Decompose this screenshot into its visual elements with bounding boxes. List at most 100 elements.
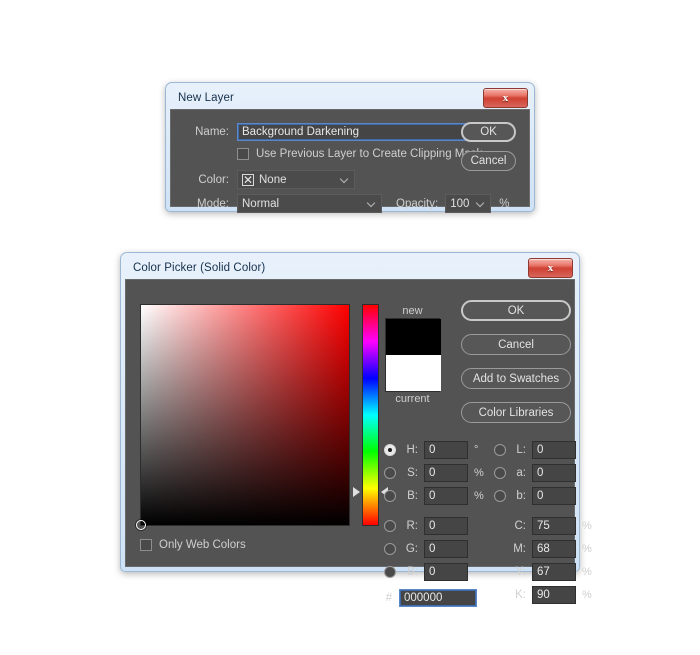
hsb-unit-label: % (474, 489, 484, 502)
color-label: Color: (198, 173, 229, 186)
only-web-colors-row[interactable]: Only Web Colors (140, 539, 246, 551)
screenshot-canvas: New Layer x Name: Use Previous Layer to … (0, 0, 700, 655)
cmyk-rows: C:%M:%Y:%K:% (494, 516, 594, 604)
chevron-down-icon (341, 176, 348, 183)
cmyk-input-k[interactable] (532, 585, 576, 604)
hsb-key-label: S: (407, 466, 418, 479)
chevron-down-icon (477, 200, 484, 207)
clipping-mask-row[interactable]: Use Previous Layer to Create Clipping Ma… (237, 148, 482, 160)
lab-row: b: (494, 486, 594, 505)
hue-slider[interactable] (362, 304, 379, 526)
rgb-radio-g[interactable] (384, 542, 396, 555)
rgb-row: G: (384, 539, 486, 558)
clipping-mask-label: Use Previous Layer to Create Clipping Ma… (256, 148, 483, 160)
only-web-colors-label: Only Web Colors (159, 539, 246, 551)
none-swatch-icon: ✕ (242, 172, 254, 187)
hsb-row: S:% (384, 463, 486, 482)
color-picker-cancel-button[interactable]: Cancel (461, 334, 571, 355)
cmyk-unit-label: % (582, 565, 592, 578)
sb-value-gradient (141, 305, 349, 525)
hsb-row: H: ° (384, 440, 486, 459)
layer-color-dropdown[interactable]: ✕ None (237, 170, 355, 189)
cmyk-input-y[interactable] (532, 562, 576, 581)
hsb-input-b[interactable] (424, 486, 468, 505)
color-picker-ok-button[interactable]: OK (461, 300, 571, 321)
rgb-input-r[interactable] (424, 516, 468, 535)
cmyk-row: Y:% (494, 562, 594, 581)
hex-input[interactable] (399, 588, 477, 607)
rgb-radio-b[interactable] (384, 565, 396, 578)
clipping-mask-checkbox[interactable] (237, 148, 249, 160)
lab-input-l[interactable] (532, 440, 576, 459)
current-color-swatch[interactable] (386, 355, 441, 391)
hsb-key-label: H: (406, 443, 419, 456)
new-layer-title: New Layer (178, 92, 234, 104)
layer-color-value: None (259, 173, 287, 186)
cmyk-row: K:% (494, 585, 594, 604)
lab-input-b[interactable] (532, 486, 576, 505)
cmyk-key-label: Y: (515, 565, 526, 578)
mode-label: Mode: (197, 197, 229, 210)
hue-slider-handle-left[interactable] (353, 487, 360, 497)
cmyk-input-c[interactable] (532, 516, 576, 535)
rgb-key-label: G: (405, 542, 418, 555)
hex-prefix: # (385, 591, 393, 604)
rgb-input-b[interactable] (424, 562, 468, 581)
opacity-unit: % (499, 197, 510, 210)
color-libraries-button[interactable]: Color Libraries (461, 402, 571, 423)
close-icon: x (547, 261, 554, 274)
new-layer-cancel-button[interactable]: Cancel (461, 151, 516, 171)
cmyk-unit-label: % (582, 542, 592, 555)
rgb-input-g[interactable] (424, 539, 468, 558)
rgb-row: R: (384, 516, 486, 535)
hsb-rgb-field-group: H:°S:%B:% R:G:B: # (384, 440, 486, 607)
layer-name-input[interactable] (237, 123, 482, 141)
lab-radio-a[interactable] (494, 466, 506, 479)
rgb-radio-r[interactable] (384, 519, 396, 532)
rgb-row: B: (384, 562, 486, 581)
only-web-colors-checkbox[interactable] (140, 539, 152, 551)
new-layer-body: Name: Use Previous Layer to Create Clipp… (170, 109, 530, 213)
new-layer-dialog: New Layer x Name: Use Previous Layer to … (165, 82, 535, 213)
name-row: Name: (185, 123, 482, 141)
lab-row: L: (494, 440, 594, 459)
hsb-input-h[interactable] (424, 440, 468, 459)
field-group-spacer (384, 509, 486, 516)
rgb-key-label: R: (406, 519, 419, 532)
hsb-radio-h[interactable] (384, 443, 396, 456)
color-picker-dialog: Color Picker (Solid Color) x new current… (120, 252, 592, 607)
opacity-label: Opacity: (396, 197, 439, 210)
opacity-value: 100 (450, 197, 470, 210)
hsb-input-s[interactable] (424, 463, 468, 482)
sb-gradient (141, 305, 349, 525)
color-picker-button-column: OK Cancel Add to Swatches Color Librarie… (461, 300, 571, 436)
lab-row: a: (494, 463, 594, 482)
color-picker-close-button[interactable]: x (528, 258, 573, 278)
sb-cursor-handle[interactable] (136, 520, 146, 530)
lab-radio-b[interactable] (494, 489, 506, 502)
lab-radio-l[interactable] (494, 443, 506, 456)
mode-row: Mode: Normal Opacity: 100 % (185, 194, 509, 213)
hsb-radio-s[interactable] (384, 466, 396, 479)
lab-input-a[interactable] (532, 463, 576, 482)
color-picker-body: new current OK Cancel Add to Swatches Co… (125, 279, 592, 607)
chevron-down-icon (368, 200, 375, 207)
cmyk-key-label: C: (514, 519, 527, 532)
new-layer-titlebar[interactable]: New Layer x (170, 87, 530, 109)
new-color-swatch-border (385, 318, 441, 392)
opacity-stepper[interactable]: 100 (445, 194, 492, 213)
new-color-swatch[interactable] (386, 319, 441, 355)
color-picker-titlebar[interactable]: Color Picker (Solid Color) x (125, 257, 575, 279)
blend-mode-value: Normal (242, 197, 280, 210)
new-layer-close-button[interactable]: x (483, 88, 528, 108)
hsb-radio-b[interactable] (384, 489, 396, 502)
hsb-rows: H:°S:%B:% (384, 440, 486, 505)
cmyk-row: C:% (494, 516, 594, 535)
blend-mode-dropdown[interactable]: Normal (237, 194, 382, 213)
cmyk-row: M:% (494, 539, 594, 558)
cmyk-input-m[interactable] (532, 539, 576, 558)
new-layer-ok-button[interactable]: OK (461, 122, 516, 142)
color-preview-swatches: new current (385, 304, 441, 406)
add-to-swatches-button[interactable]: Add to Swatches (461, 368, 571, 389)
saturation-brightness-field[interactable] (136, 304, 350, 530)
